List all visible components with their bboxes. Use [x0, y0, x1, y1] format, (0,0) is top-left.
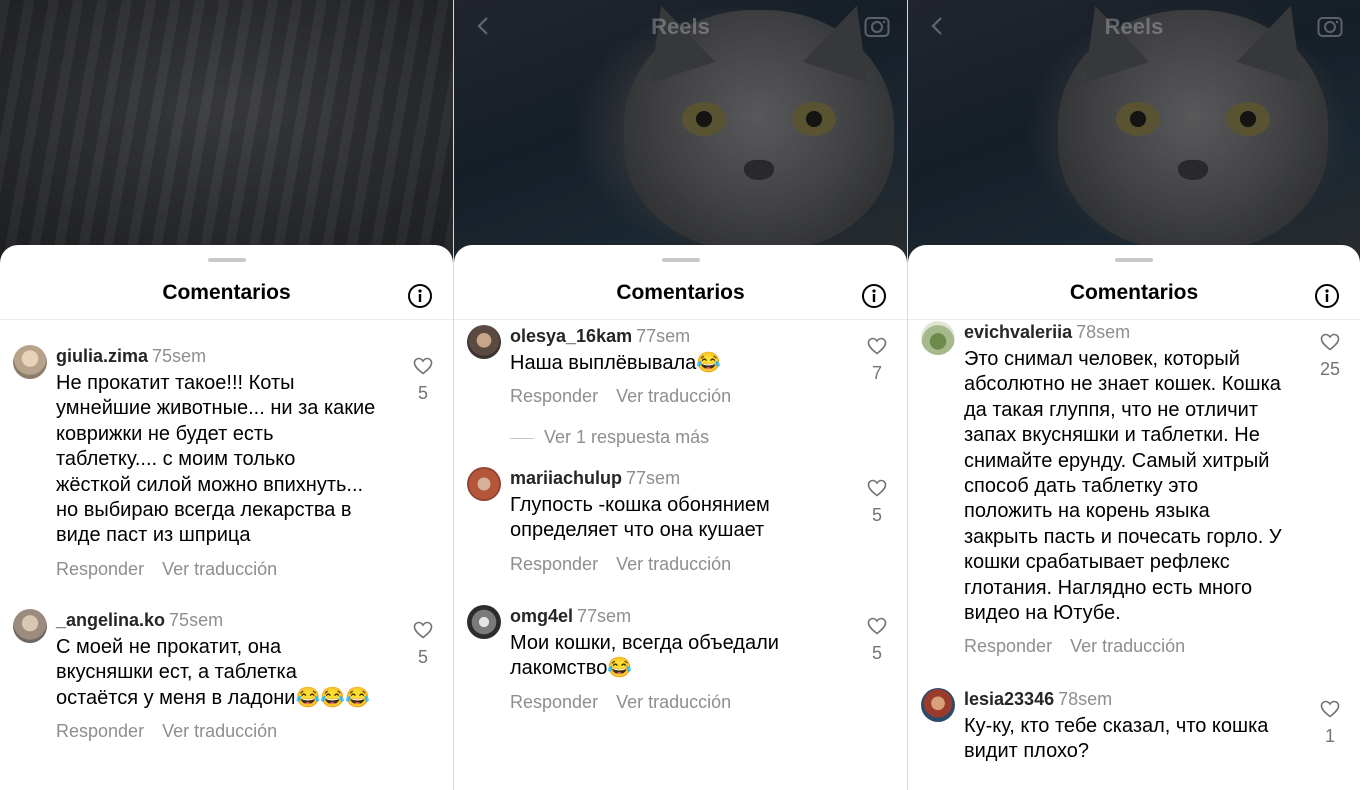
like-count: 7 — [871, 363, 882, 383]
comment-time: 77sem — [577, 606, 632, 626]
sheet-title: Comentarios — [162, 281, 291, 304]
like-count: 1 — [1324, 726, 1335, 746]
info-icon[interactable] — [1314, 283, 1340, 309]
like-count: 5 — [417, 383, 428, 403]
reels-comments-panel: Reels Comentarios olesya_16kam 77sem Наша… — [454, 0, 907, 790]
reels-topbar: Reels — [454, 0, 907, 54]
reels-comments-panel: Reels Comentarios evichvaleriia 78sem Это… — [908, 0, 1360, 790]
comment-time: 77sem — [636, 326, 691, 346]
sheet-title: Comentarios — [616, 281, 745, 304]
avatar[interactable] — [13, 609, 47, 643]
comment-username[interactable]: olesya_16kam — [510, 326, 632, 346]
avatar[interactable] — [13, 345, 47, 379]
like-count: 5 — [871, 505, 882, 525]
avatar[interactable] — [467, 467, 501, 501]
heart-outline-icon — [413, 357, 433, 375]
translate-button[interactable]: Ver traducción — [1070, 636, 1185, 656]
avatar[interactable] — [467, 325, 501, 359]
heart-outline-icon — [867, 617, 887, 635]
like-button[interactable]: 5 — [409, 621, 437, 668]
translate-button[interactable]: Ver traducción — [616, 554, 731, 574]
view-more-replies-label: Ver 1 respuesta más — [544, 427, 710, 447]
reply-button[interactable]: Responder — [510, 386, 598, 406]
view-more-replies-button[interactable]: Ver 1 respuesta más — [510, 427, 709, 448]
heart-outline-icon — [1320, 700, 1340, 718]
comments-sheet: Comentarios olesya_16kam 77sem Наша выплё… — [454, 245, 907, 790]
reels-title: Reels — [1104, 14, 1164, 39]
comments-sheet: Comentarios evichvaleriia 78sem Это снима… — [908, 245, 1360, 790]
reply-thread-line — [510, 437, 534, 439]
like-button[interactable]: 7 — [863, 337, 891, 384]
like-button[interactable]: 1 — [1316, 700, 1344, 747]
like-button[interactable]: 5 — [409, 357, 437, 404]
reply-button[interactable]: Responder — [56, 559, 144, 579]
translate-button[interactable]: Ver traducción — [162, 721, 277, 741]
comment-time: 75sem — [152, 346, 207, 366]
sheet-drag-handle[interactable] — [661, 258, 700, 262]
translate-button[interactable]: Ver traducción — [616, 386, 731, 406]
avatar[interactable] — [921, 688, 955, 722]
like-count: 5 — [871, 643, 882, 663]
avatar[interactable] — [921, 321, 955, 355]
heart-outline-icon — [1320, 333, 1340, 351]
like-count: 5 — [417, 647, 428, 667]
comment-username[interactable]: _angelina.ko — [56, 610, 165, 630]
translate-button[interactable]: Ver traducción — [162, 559, 277, 579]
reply-button[interactable]: Responder — [56, 721, 144, 741]
camera-icon[interactable] — [1316, 12, 1344, 40]
comment-text: Мои кошки, всегда объедали лакомство😂 — [510, 632, 779, 680]
comment-time: 78sem — [1058, 689, 1113, 709]
reels-title: Reels — [651, 14, 710, 39]
sheet-drag-handle[interactable] — [207, 258, 246, 262]
reels-topbar: Reels — [908, 0, 1360, 54]
comment-text: С моей не прокатит, она вкусняшки ест, а… — [56, 636, 371, 709]
like-button[interactable]: 25 — [1316, 333, 1344, 380]
avatar[interactable] — [467, 605, 501, 639]
camera-icon[interactable] — [863, 12, 891, 40]
comment-text: Наша выплёвывала😂 — [510, 352, 722, 374]
comment-time: 77sem — [626, 468, 681, 488]
reels-comments-panel: Comentarios giulia.zima 75sem Не прокатит… — [0, 0, 453, 790]
sheet-title: Comentarios — [1069, 281, 1199, 304]
comment-username[interactable]: giulia.zima — [56, 346, 148, 366]
comment-time: 78sem — [1076, 322, 1131, 342]
like-button[interactable]: 5 — [863, 617, 891, 664]
comment-username[interactable]: evichvaleriia — [964, 322, 1072, 342]
comment-text: Глупость -кошка обонянием определяет что… — [510, 494, 770, 542]
reply-button[interactable]: Responder — [510, 692, 598, 712]
heart-outline-icon — [867, 337, 887, 355]
info-icon[interactable] — [861, 283, 887, 309]
sheet-divider — [454, 319, 907, 320]
comment-username[interactable]: mariiachulup — [510, 468, 622, 488]
comment-text: Ку-ку, кто тебе сказал, что кошка видит … — [964, 715, 1269, 763]
comments-sheet: Comentarios giulia.zima 75sem Не прокатит… — [0, 245, 453, 790]
comment-text: Это снимал человек, который абсолютно не… — [964, 348, 1282, 625]
video-dim-overlay — [0, 0, 453, 270]
sheet-divider — [908, 319, 1360, 320]
like-button[interactable]: 5 — [863, 479, 891, 526]
comment-username[interactable]: lesia23346 — [964, 689, 1054, 709]
heart-outline-icon — [413, 621, 433, 639]
sheet-drag-handle[interactable] — [1115, 258, 1153, 262]
translate-button[interactable]: Ver traducción — [616, 692, 731, 712]
comment-time: 75sem — [169, 610, 224, 630]
sheet-divider — [0, 319, 453, 320]
comment-text: Не прокатит такое!!! Коты умнейшие живот… — [56, 372, 376, 547]
heart-outline-icon — [867, 479, 887, 497]
reply-button[interactable]: Responder — [964, 636, 1052, 656]
like-count: 25 — [1319, 359, 1341, 379]
reply-button[interactable]: Responder — [510, 554, 598, 574]
comment-username[interactable]: omg4el — [510, 606, 573, 626]
info-icon[interactable] — [407, 283, 433, 309]
